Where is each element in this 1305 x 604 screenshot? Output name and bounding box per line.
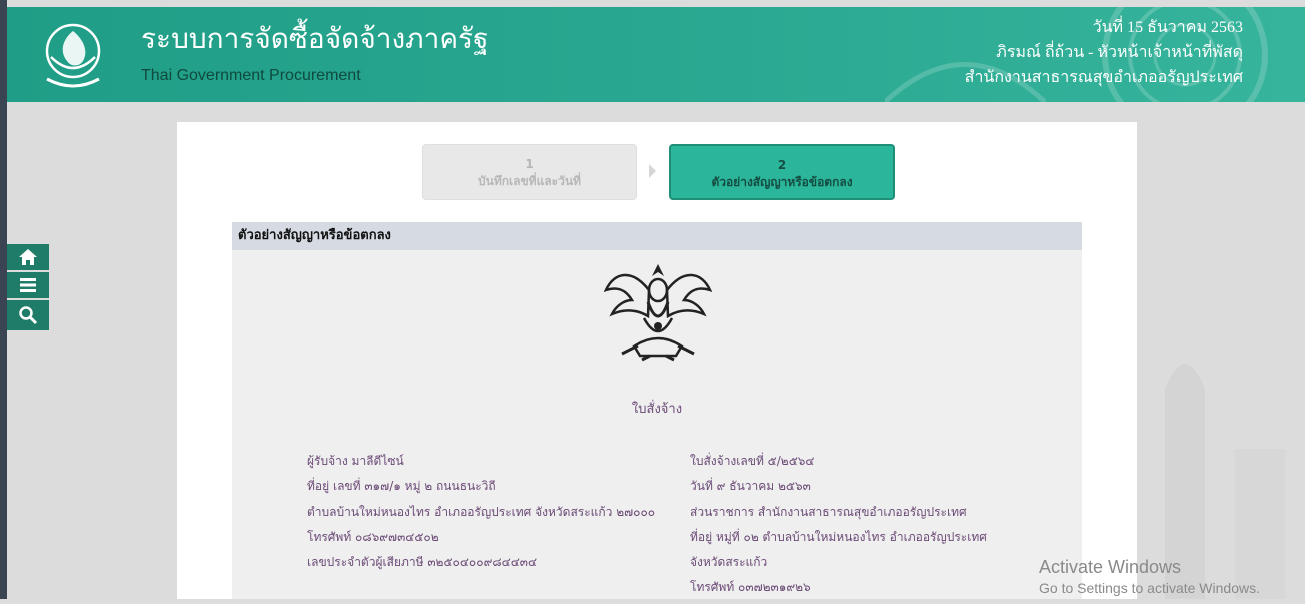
document-preview[interactable]: ใบสั่งจ้าง ผู้รับจ้าง มาลีดีไซน์ ที่อยู่…: [232, 250, 1082, 599]
contractor-address-2: ตำบลบ้านใหม่หนองไทร อำเภออรัญประเทศ จังห…: [307, 504, 656, 519]
contractor-name: ผู้รับจ้าง มาลีดีไซน์: [307, 454, 404, 468]
order-number: ใบสั่งจ้างเลขที่ ๕/๒๕๖๔: [690, 454, 815, 468]
left-window-strip: [0, 0, 7, 599]
agency-province: จังหวัดสระแก้ว: [690, 555, 768, 570]
home-button[interactable]: [7, 244, 49, 270]
order-details: ใบสั่งจ้างเลขที่ ๕/๒๕๖๔ วันที่ ๙ ธันวาคม…: [690, 452, 987, 604]
app-header: ระบบการจัดซื้อจัดจ้างภาครัฐ Thai Governm…: [7, 7, 1305, 102]
windows-activation-watermark: Activate Windows Go to Settings to activ…: [1039, 557, 1260, 596]
step-1-number: 1: [525, 157, 534, 171]
agency-name: ส่วนราชการ สำนักงานสาธารณสุขอำเภออรัญประ…: [690, 504, 967, 519]
contractor-details: ผู้รับจ้าง มาลีดีไซน์ ที่อยู่ เลขที่ ๓๑๗…: [307, 452, 655, 578]
user-info: วันที่ 15 ธันวาคม 2563 ภิรมณ์ ถี่ถ้วน - …: [965, 15, 1243, 90]
search-button[interactable]: [7, 300, 49, 330]
user-agency: สำนักงานสาธารณสุขอำเภออรัญประเทศ: [964, 69, 1243, 86]
order-date: วันที่ ๙ ธันวาคม ๒๕๖๓: [690, 479, 811, 494]
current-date: วันที่ 15 ธันวาคม 2563: [1092, 19, 1243, 36]
contractor-phone: โทรศัพท์ ๐๘๖๙๗๓๔๕๐๒: [307, 529, 439, 544]
step-2-label: ตัวอย่างสัญญาหรือข้อตกลง: [711, 175, 853, 189]
step-2-number: 2: [777, 158, 787, 172]
watermark-line-1: Activate Windows: [1039, 557, 1182, 577]
contractor-tax-id: เลขประจำตัวผู้เสียภาษี ๓๒๕๐๔๐๐๙๘๔๔๓๔: [307, 555, 538, 570]
cgd-logo: [45, 23, 101, 88]
agency-address: ที่อยู่ หมู่ที่ ๐๒ ตำบลบ้านใหม่หนองไทร อ…: [690, 529, 987, 544]
app-title: ระบบการจัดซื้อจัดจ้างภาครัฐ: [141, 22, 489, 55]
document-title: ใบสั่งจ้าง: [631, 402, 683, 417]
menu-button[interactable]: [7, 272, 49, 298]
garuda-emblem: [604, 264, 712, 362]
step-1-label: บันทึกเลขที่และวันที่: [478, 174, 581, 188]
contractor-address: ที่อยู่ เลขที่ ๓๑๗/๑ หมู่ ๒ ถนนธนะวิถี: [307, 479, 496, 494]
step-1-record-number-date[interactable]: 1 บันทึกเลขที่และวันที่: [422, 144, 637, 200]
section-header: ตัวอย่างสัญญาหรือข้อตกลง: [232, 222, 1082, 250]
menu-icon: [20, 278, 36, 292]
app-subtitle: Thai Government Procurement: [141, 67, 361, 84]
watermark-line-2: Go to Settings to activate Windows.: [1039, 580, 1260, 596]
agency-phone: โทรศัพท์ ๐๓๗๒๓๑๙๒๖: [690, 580, 811, 595]
step-arrow: [649, 164, 656, 178]
search-icon: [19, 306, 38, 325]
user-name-role: ภิรมณ์ ถี่ถ้วน - หัวหน้าเจ้าหน้าที่พัสดุ: [996, 44, 1243, 61]
home-icon: [19, 249, 37, 265]
step-2-contract-sample[interactable]: 2 ตัวอย่างสัญญาหรือข้อตกลง: [669, 144, 895, 200]
main-panel: 1 บันทึกเลขที่และวันที่ 2 ตัวอย่างสัญญาห…: [177, 122, 1137, 599]
